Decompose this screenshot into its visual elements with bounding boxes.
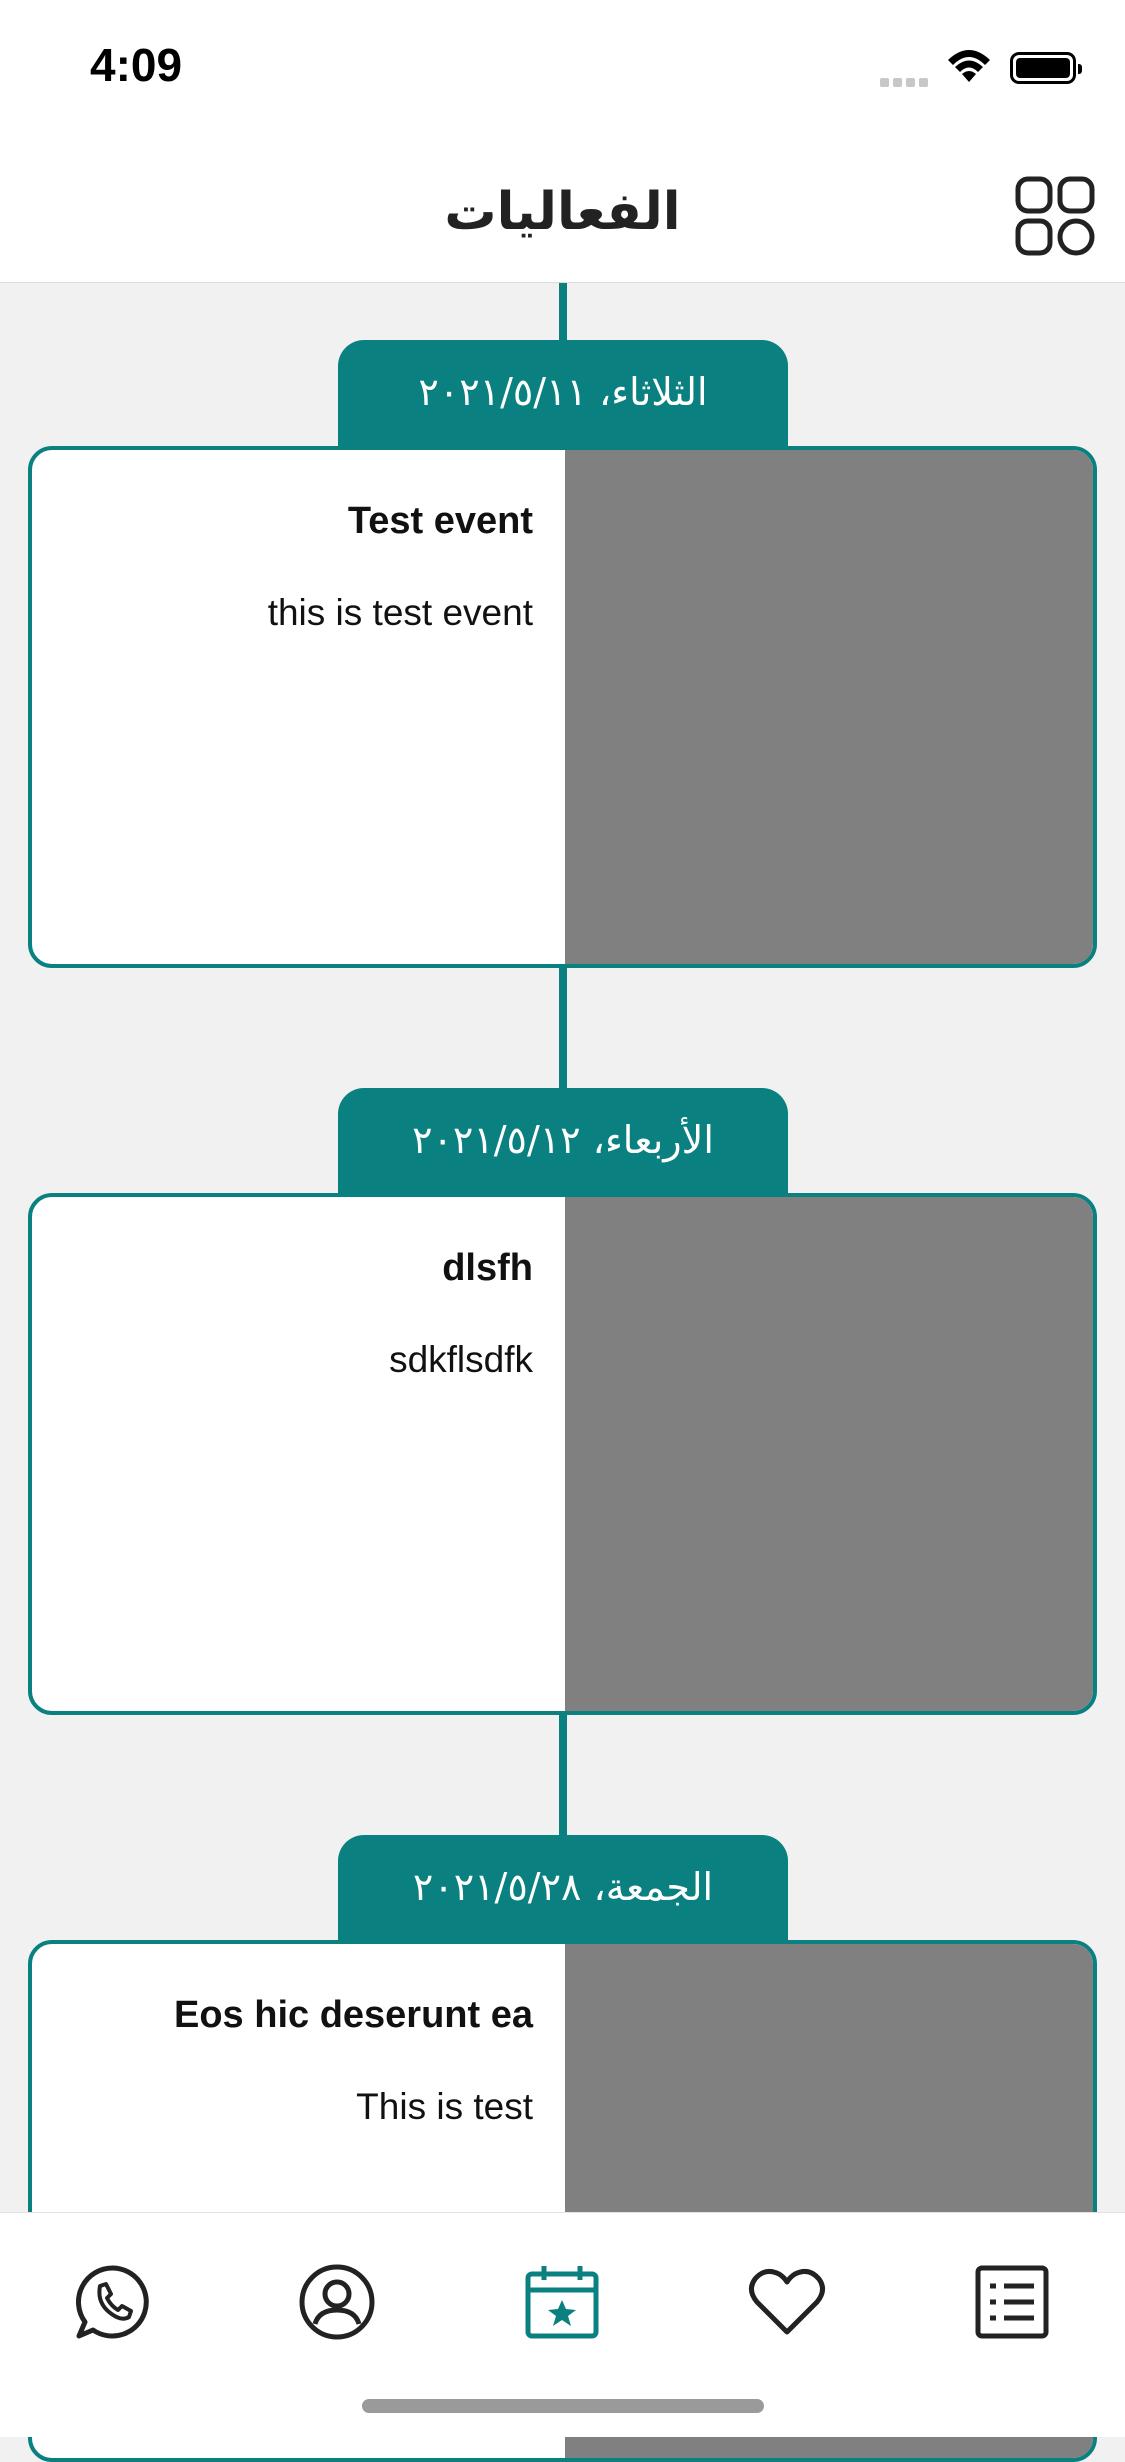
tab-favorites[interactable] [742, 2257, 832, 2347]
tab-events[interactable] [517, 2257, 607, 2347]
bottom-tab-bar [0, 2212, 1125, 2437]
home-indicator [362, 2399, 764, 2413]
navigation-header: الفعاليات [0, 140, 1125, 283]
status-time: 4:09 [90, 39, 183, 91]
event-image [565, 450, 1093, 964]
event-card[interactable]: dlsfh sdkflsdfk [28, 1193, 1097, 1715]
event-card[interactable]: Test event this is test event [28, 446, 1097, 968]
list-icon [975, 2265, 1049, 2339]
event-title: Test event [347, 500, 533, 542]
heart-icon [749, 2268, 825, 2335]
tab-profile[interactable] [292, 2257, 382, 2347]
status-bar: 4:09 [0, 0, 1125, 140]
profile-icon [299, 2264, 375, 2340]
event-title: Eos hic deserunt ea [173, 1994, 533, 2036]
timeline-line [559, 1713, 567, 1837]
timeline-line [559, 283, 567, 343]
event-date-tab: الأربعاء، ٢٠٢١/٥/١٢ [338, 1088, 788, 1196]
calendar-star-icon [525, 2266, 599, 2339]
cellular-signal-icon [880, 72, 932, 91]
timeline-line [559, 966, 567, 1090]
event-description: This is test [356, 2086, 533, 2127]
battery-icon [1010, 52, 1082, 84]
event-date-tab: الثلاثاء، ٢٠٢١/٥/١١ [338, 340, 788, 448]
event-description: sdkflsdfk [389, 1339, 533, 1380]
whatsapp-icon [76, 2265, 149, 2339]
page-title: الفعاليات [444, 182, 681, 242]
grid-menu-button[interactable] [1015, 176, 1095, 256]
event-description: this is test event [267, 592, 533, 633]
event-title: dlsfh [442, 1247, 533, 1289]
wifi-icon [945, 48, 993, 88]
event-image [565, 1197, 1093, 1711]
tab-list[interactable] [967, 2257, 1057, 2347]
grid-icon [1015, 176, 1095, 256]
tab-whatsapp[interactable] [68, 2257, 158, 2347]
event-date-tab: الجمعة، ٢٠٢١/٥/٢٨ [338, 1835, 788, 1943]
